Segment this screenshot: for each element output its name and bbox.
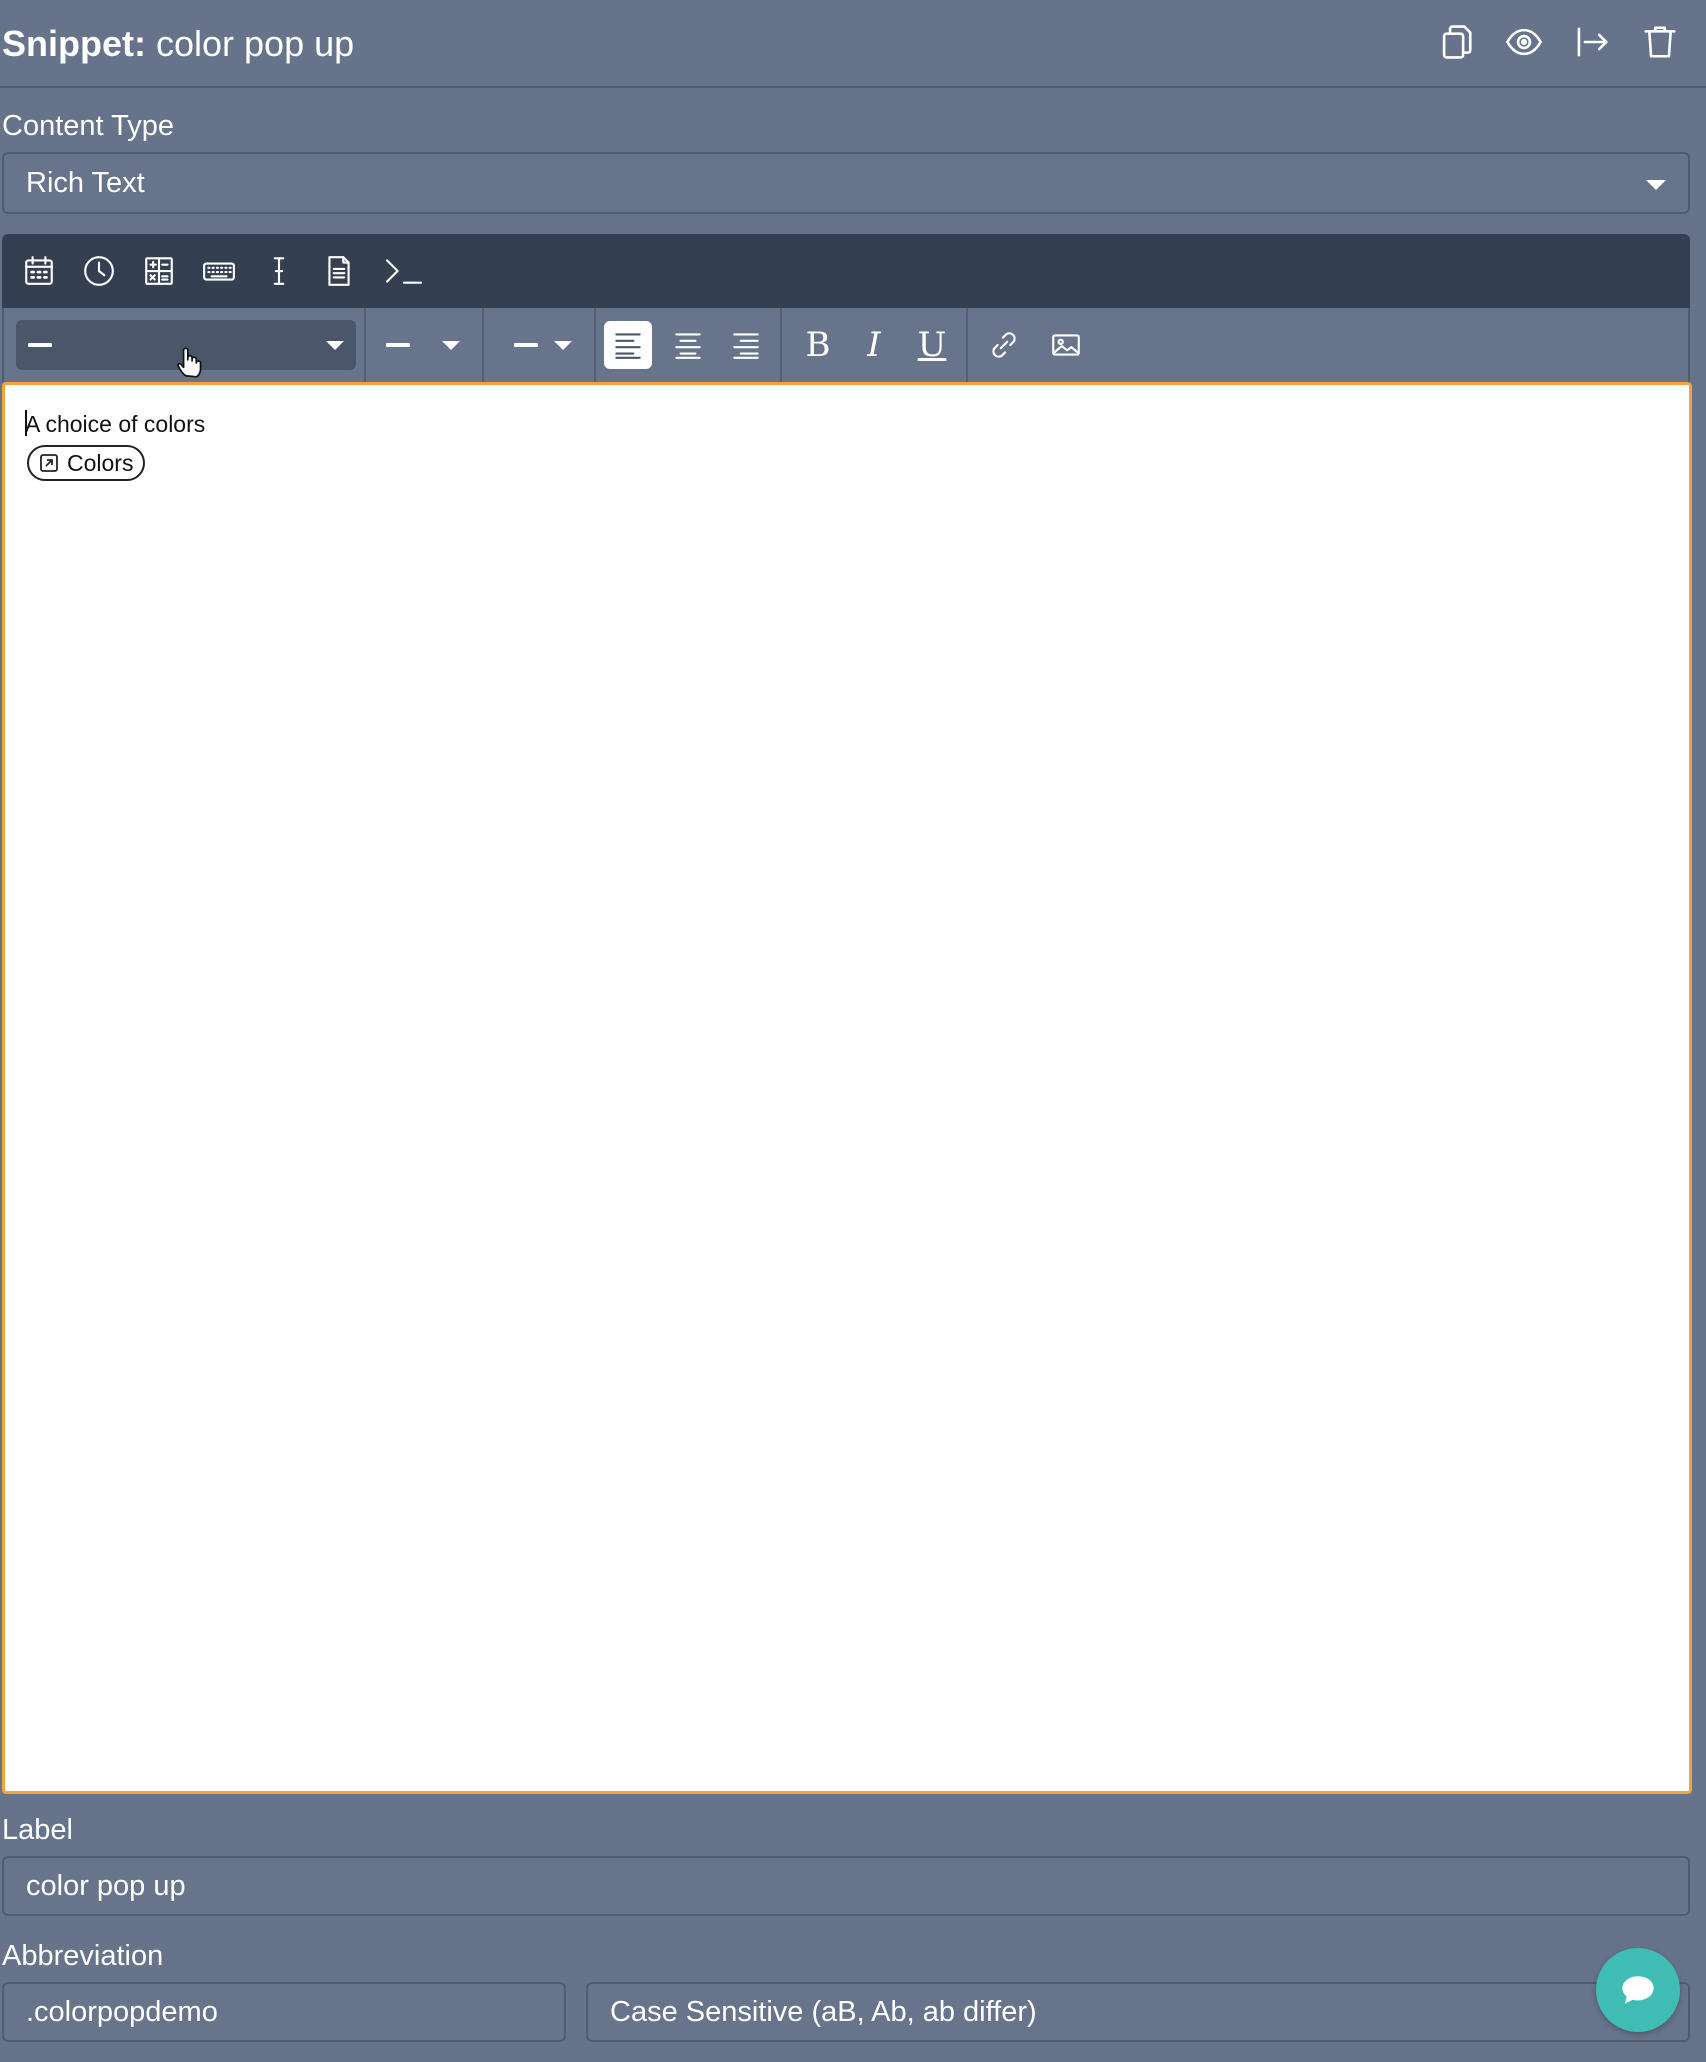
document-icon[interactable] xyxy=(320,252,358,290)
empty-value-dash xyxy=(514,343,538,347)
copy-icon[interactable] xyxy=(1436,22,1476,62)
abbreviation-label: Abbreviation xyxy=(2,1940,164,1972)
text-cursor-icon[interactable] xyxy=(260,252,298,290)
hand-cursor-icon xyxy=(177,347,202,378)
abbreviation-input[interactable]: .colorpopdemo xyxy=(2,1982,566,2042)
chevron-down-icon xyxy=(326,341,344,350)
chevron-down-icon xyxy=(442,341,460,350)
empty-value-dash xyxy=(386,343,410,347)
editor-text-line: A choice of colors xyxy=(25,409,205,439)
align-center-button[interactable] xyxy=(664,321,712,369)
formula-icon[interactable] xyxy=(140,252,178,290)
italic-button[interactable]: I xyxy=(850,321,898,369)
chat-button[interactable] xyxy=(1596,1948,1680,2032)
toolbar-divider xyxy=(780,308,782,382)
underline-label: U xyxy=(917,325,947,365)
insert-toolbar xyxy=(2,234,1690,308)
bold-label: B xyxy=(805,325,831,365)
header-actions xyxy=(1436,22,1680,62)
align-left-button[interactable] xyxy=(604,321,652,369)
label-input[interactable]: color pop up xyxy=(2,1856,1690,1916)
calendar-icon[interactable] xyxy=(20,252,58,290)
underline-button[interactable]: U xyxy=(908,321,956,369)
font-family-select[interactable] xyxy=(376,320,476,370)
clock-icon[interactable] xyxy=(80,252,118,290)
toolbar-divider xyxy=(482,308,484,382)
chat-bubble-icon xyxy=(1622,1976,1654,2004)
page-title: Snippet: color pop up xyxy=(2,22,354,66)
align-center-icon xyxy=(675,333,701,359)
trash-icon[interactable] xyxy=(1640,22,1680,62)
keyboard-icon[interactable] xyxy=(200,252,238,290)
colors-chip[interactable]: Colors xyxy=(27,445,146,481)
content-type-value: Rich Text xyxy=(26,167,145,199)
chevron-down-icon xyxy=(554,341,572,350)
popup-icon xyxy=(40,454,58,472)
insert-link-button[interactable] xyxy=(980,321,1028,369)
eye-icon[interactable] xyxy=(1504,22,1544,62)
align-left-icon xyxy=(615,333,641,359)
align-right-icon xyxy=(733,333,759,359)
insert-image-button[interactable] xyxy=(1042,321,1090,369)
chevron-down-icon xyxy=(1646,180,1666,190)
content-type-label: Content Type xyxy=(2,110,174,142)
abbreviation-value: .colorpopdemo xyxy=(26,1996,218,2028)
bold-button[interactable]: B xyxy=(794,321,842,369)
link-icon xyxy=(992,332,1016,358)
editor-text: A choice of colors xyxy=(25,411,206,437)
header: Snippet: color pop up xyxy=(0,0,1706,88)
toolbar-divider xyxy=(364,308,366,382)
share-icon[interactable] xyxy=(1572,22,1612,62)
empty-value-dash xyxy=(28,343,52,347)
case-sensitivity-value: Case Sensitive (aB, Ab, ab differ) xyxy=(610,1996,1037,2028)
image-icon xyxy=(1052,334,1080,356)
case-sensitivity-select[interactable]: Case Sensitive (aB, Ab, ab differ) xyxy=(586,1982,1690,2042)
label-input-value: color pop up xyxy=(26,1870,186,1902)
format-toolbar: B I U xyxy=(2,308,1690,382)
toolbar-divider xyxy=(966,308,968,382)
label-field-label: Label xyxy=(2,1814,73,1846)
font-size-select[interactable] xyxy=(494,320,588,370)
title-name: color pop up xyxy=(156,23,355,64)
toolbar-divider xyxy=(594,308,596,382)
align-right-button[interactable] xyxy=(722,321,770,369)
chip-label: Colors xyxy=(67,449,134,476)
rich-text-editor[interactable]: A choice of colors Colors xyxy=(2,382,1692,1794)
content-type-select[interactable]: Rich Text xyxy=(2,152,1690,214)
italic-label: I xyxy=(867,325,881,365)
terminal-icon[interactable] xyxy=(380,252,428,290)
title-prefix: Snippet: xyxy=(2,23,146,64)
